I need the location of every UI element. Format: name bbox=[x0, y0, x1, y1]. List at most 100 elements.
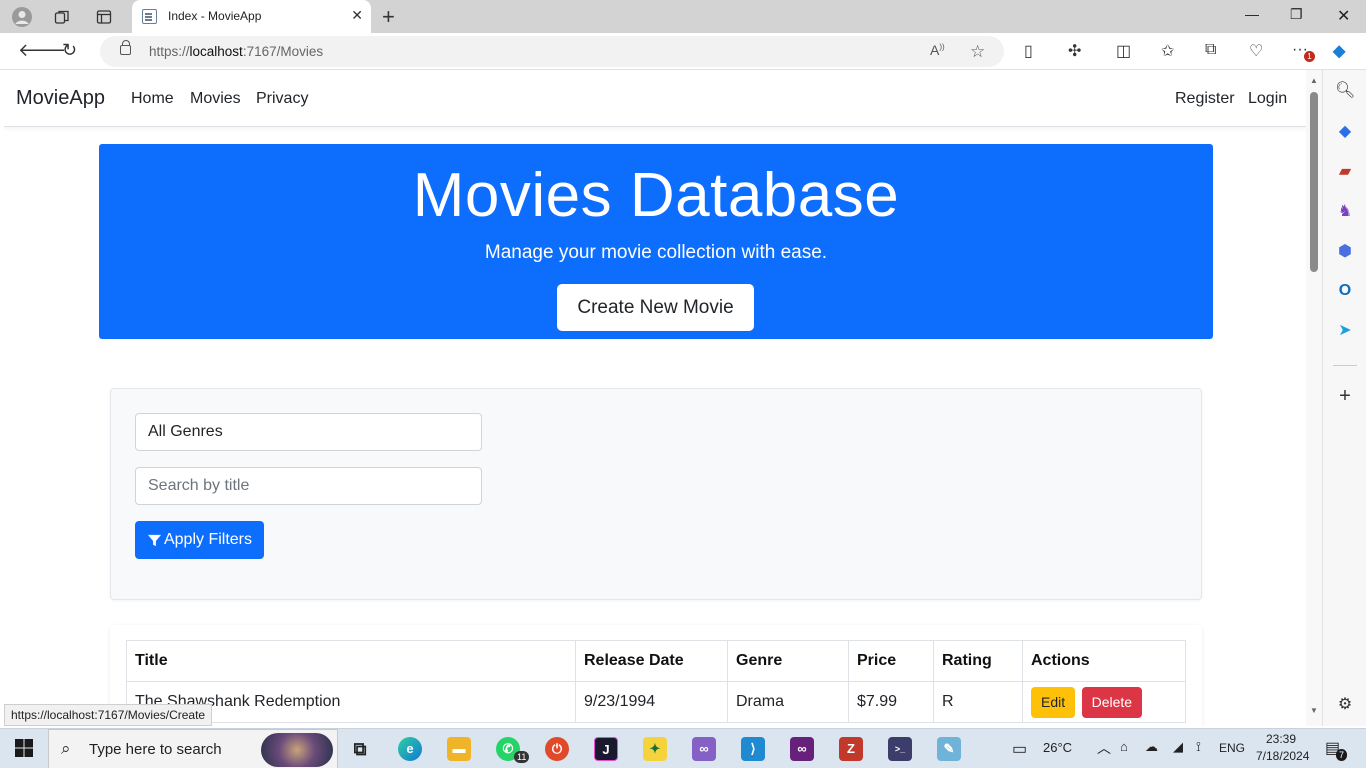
movies-table-card: Title Release Date Genre Price Rating Ac… bbox=[110, 625, 1202, 726]
language-indicator[interactable]: ENG bbox=[1219, 741, 1245, 755]
clock-date[interactable]: 7/18/2024 bbox=[1256, 749, 1309, 763]
notepad-app-icon[interactable]: ✎ bbox=[937, 737, 961, 761]
page-scrollbar[interactable]: ▲ ▼ bbox=[1306, 70, 1322, 726]
split-screen-icon[interactable]: ◫ bbox=[1116, 41, 1131, 61]
browser-tab-active[interactable]: Index - MovieApp ✕ bbox=[132, 0, 371, 33]
weather-icon[interactable]: ▭ bbox=[1012, 739, 1027, 759]
taskbar-search-text: Type here to search bbox=[89, 741, 222, 758]
site-navbar: MovieApp Home Movies Privacy Register Lo… bbox=[4, 70, 1306, 127]
address-bar[interactable]: https://localhost:7167/Movies A)) ☆ bbox=[100, 36, 1004, 67]
shopping-tag-icon[interactable]: ◆ bbox=[1335, 122, 1355, 142]
tab-actions-icon[interactable] bbox=[92, 5, 116, 29]
temperature-text[interactable]: 26°C bbox=[1043, 740, 1072, 755]
edge-browser-icon[interactable]: e bbox=[398, 737, 422, 761]
hero-title: Movies Database bbox=[412, 161, 900, 230]
search-highlight-image[interactable] bbox=[261, 733, 333, 767]
copilot-icon[interactable]: ◆ bbox=[1333, 41, 1345, 61]
header-actions: Actions bbox=[1022, 640, 1186, 682]
power-app-icon[interactable]: ⏻ bbox=[545, 737, 569, 761]
cell-actions: Edit Delete bbox=[1022, 681, 1186, 723]
hero-subtitle: Manage your movie collection with ease. bbox=[484, 242, 828, 263]
favorites-icon[interactable]: ✩ bbox=[1161, 41, 1174, 61]
tools-briefcase-icon[interactable]: ▰ bbox=[1335, 162, 1355, 182]
windows-start-icon[interactable] bbox=[12, 738, 36, 762]
taskbar-search[interactable]: ⌕ Type here to search bbox=[48, 729, 338, 768]
add-sidebar-app-icon[interactable]: + bbox=[1335, 386, 1355, 406]
wifi-icon[interactable]: ⟟ bbox=[1196, 739, 1201, 755]
red-app-icon[interactable]: Z bbox=[839, 737, 863, 761]
minimize-icon[interactable]: — bbox=[1245, 6, 1259, 22]
visual-studio-icon[interactable]: ∞ bbox=[692, 737, 716, 761]
speaker-icon[interactable]: ◢ bbox=[1173, 739, 1183, 755]
nav-movies[interactable]: Movies bbox=[190, 90, 241, 108]
search-icon[interactable]: 🔍︎ bbox=[1335, 81, 1355, 101]
filter-icon bbox=[147, 534, 162, 546]
apply-filters-button[interactable]: Apply Filters bbox=[135, 521, 264, 559]
delete-button[interactable]: Delete bbox=[1081, 686, 1143, 718]
visual-studio-purple-icon[interactable]: ∞ bbox=[790, 737, 814, 761]
new-tab-icon[interactable]: + bbox=[382, 4, 395, 30]
refresh-icon[interactable]: ↻ bbox=[62, 40, 77, 61]
cell-price: $7.99 bbox=[848, 681, 934, 723]
restore-icon[interactable]: ❐ bbox=[1290, 6, 1303, 23]
browser-tab-bar: Index - MovieApp ✕ + — ❐ ✕ bbox=[0, 0, 1366, 33]
cell-release-date: 9/23/1994 bbox=[575, 681, 728, 723]
nav-home[interactable]: Home bbox=[131, 90, 174, 108]
site-brand[interactable]: MovieApp bbox=[16, 87, 105, 110]
filter-card: All Genres Search by title Apply Filters bbox=[110, 388, 1202, 600]
sidebar-divider bbox=[1333, 365, 1357, 366]
web-page: MovieApp Home Movies Privacy Register Lo… bbox=[4, 70, 1306, 726]
genre-select[interactable]: All Genres bbox=[135, 413, 482, 451]
file-explorer-icon[interactable]: ▬ bbox=[447, 737, 471, 761]
jetbrains-icon[interactable]: J bbox=[594, 737, 618, 761]
cell-rating: R bbox=[933, 681, 1023, 723]
url-text: https://localhost:7167/Movies bbox=[149, 44, 324, 59]
scrollbar-thumb[interactable] bbox=[1310, 92, 1318, 272]
header-genre: Genre bbox=[727, 640, 849, 682]
sidebar-settings-gear-icon[interactable]: ⚙ bbox=[1335, 695, 1355, 715]
cell-genre: Drama bbox=[727, 681, 849, 723]
workspaces-icon[interactable] bbox=[50, 5, 74, 29]
nav-login[interactable]: Login bbox=[1248, 90, 1287, 108]
close-window-icon[interactable]: ✕ bbox=[1337, 6, 1350, 26]
windows-taskbar: ⌕ Type here to search ⧉ e ▬ ✆ 11 ⏻ J ✦ ∞… bbox=[0, 728, 1366, 768]
close-tab-icon[interactable]: ✕ bbox=[351, 7, 363, 24]
header-rating: Rating bbox=[933, 640, 1023, 682]
drop-send-icon[interactable]: ➤ bbox=[1335, 321, 1355, 341]
outlook-icon[interactable]: O bbox=[1335, 281, 1355, 301]
puzzle-app-icon[interactable]: ✦ bbox=[643, 737, 667, 761]
table-row: The Shawshank Redemption 9/23/1994 Drama… bbox=[126, 681, 1186, 723]
reading-view-icon[interactable]: ▯ bbox=[1024, 41, 1033, 61]
browser-essentials-icon[interactable]: ♡ bbox=[1249, 41, 1263, 61]
clock-time[interactable]: 23:39 bbox=[1266, 732, 1296, 746]
create-new-movie-button[interactable]: Create New Movie bbox=[557, 284, 754, 331]
network-cloud-icon[interactable]: ☁ bbox=[1145, 739, 1158, 755]
task-view-icon[interactable]: ⧉ bbox=[348, 737, 372, 761]
edit-button[interactable]: Edit bbox=[1031, 686, 1076, 718]
vscode-icon[interactable]: ⟩ bbox=[741, 737, 765, 761]
favorite-star-icon[interactable]: ☆ bbox=[970, 42, 985, 62]
microsoft-365-icon[interactable]: ⬢ bbox=[1335, 242, 1355, 262]
scroll-up-icon[interactable]: ▲ bbox=[1310, 76, 1318, 85]
show-hidden-icons-icon[interactable]: ︿ bbox=[1097, 738, 1111, 758]
nav-register[interactable]: Register bbox=[1175, 90, 1235, 108]
header-title: Title bbox=[126, 640, 576, 682]
nav-privacy[interactable]: Privacy bbox=[256, 90, 308, 108]
profile-icon[interactable] bbox=[10, 5, 34, 29]
header-release-date: Release Date bbox=[575, 640, 728, 682]
back-icon[interactable]: 🡐 bbox=[18, 40, 66, 61]
status-bar-url: https://localhost:7167/Movies/Create bbox=[4, 704, 213, 726]
notification-center-badge: 7 bbox=[1336, 749, 1348, 761]
terminal-app-icon[interactable]: >_ bbox=[888, 737, 912, 761]
collections-icon[interactable]: ⧉ bbox=[1205, 41, 1216, 59]
movies-table: Title Release Date Genre Price Rating Ac… bbox=[126, 640, 1186, 723]
read-aloud-icon[interactable]: A)) bbox=[930, 42, 945, 58]
header-price: Price bbox=[848, 640, 934, 682]
lock-icon[interactable] bbox=[120, 40, 131, 55]
search-title-input[interactable]: Search by title bbox=[135, 467, 482, 505]
edge-sidebar: 🔍︎ ◆ ▰ ♞ ⬢ O ➤ + ⚙ bbox=[1322, 70, 1366, 726]
scroll-down-icon[interactable]: ▼ bbox=[1310, 706, 1318, 715]
games-icon[interactable]: ♞ bbox=[1335, 202, 1355, 222]
meet-icon[interactable]: ⌂ bbox=[1120, 739, 1128, 754]
extensions-icon[interactable]: ✣ bbox=[1068, 41, 1081, 61]
